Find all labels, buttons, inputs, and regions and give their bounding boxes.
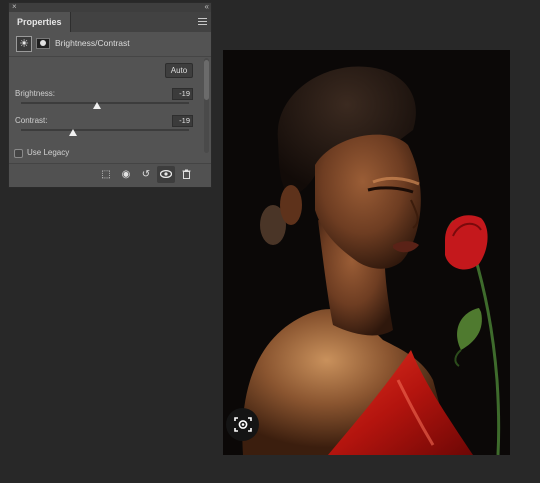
- adjustment-header: ☀ Brightness/Contrast: [9, 32, 211, 57]
- use-legacy-label: Use Legacy: [27, 148, 70, 157]
- panel-scrollbar[interactable]: [204, 58, 209, 153]
- woman-with-red-rose-photo[interactable]: [223, 50, 510, 455]
- properties-panel: × « Properties ☀ Brightness/Contrast Aut…: [8, 2, 212, 188]
- reset-adjustments-icon[interactable]: ↺: [137, 166, 155, 183]
- tab-properties[interactable]: Properties: [9, 12, 71, 32]
- brightness-slider-thumb[interactable]: [92, 102, 101, 109]
- contrast-value-field[interactable]: -19: [172, 115, 193, 127]
- panel-tab-bar: Properties: [9, 12, 211, 32]
- visual-search-lens-icon[interactable]: [226, 408, 259, 441]
- brightness-contrast-icon[interactable]: ☀: [16, 36, 32, 52]
- brightness-label: Brightness:: [15, 89, 56, 98]
- delete-icon[interactable]: [177, 166, 195, 183]
- contrast-slider-track[interactable]: [21, 129, 189, 131]
- hamburger-menu-icon[interactable]: [198, 18, 207, 25]
- scrollbar-thumb[interactable]: [204, 60, 209, 100]
- contrast-label: Contrast:: [15, 116, 48, 125]
- use-legacy-checkbox[interactable]: [14, 149, 23, 158]
- contrast-slider-thumb[interactable]: [69, 129, 78, 136]
- layer-mask-icon[interactable]: [36, 38, 50, 49]
- clip-to-layer-icon[interactable]: ⬚: [97, 166, 115, 183]
- brightness-value-field[interactable]: -19: [172, 88, 193, 100]
- brightness-slider-track[interactable]: [21, 102, 189, 104]
- panel-footer-toolbar: ⬚ ◉ ↺: [9, 163, 211, 187]
- adjustment-title: Brightness/Contrast: [55, 38, 130, 48]
- view-previous-state-icon[interactable]: ◉: [117, 166, 135, 183]
- panel-title-bar[interactable]: × «: [9, 2, 211, 12]
- photo-illustration: [223, 50, 510, 455]
- auto-button[interactable]: Auto: [165, 63, 193, 78]
- close-panel-icon[interactable]: ×: [12, 2, 17, 11]
- collapse-panel-icon[interactable]: «: [205, 2, 210, 11]
- toggle-visibility-icon[interactable]: [157, 166, 175, 183]
